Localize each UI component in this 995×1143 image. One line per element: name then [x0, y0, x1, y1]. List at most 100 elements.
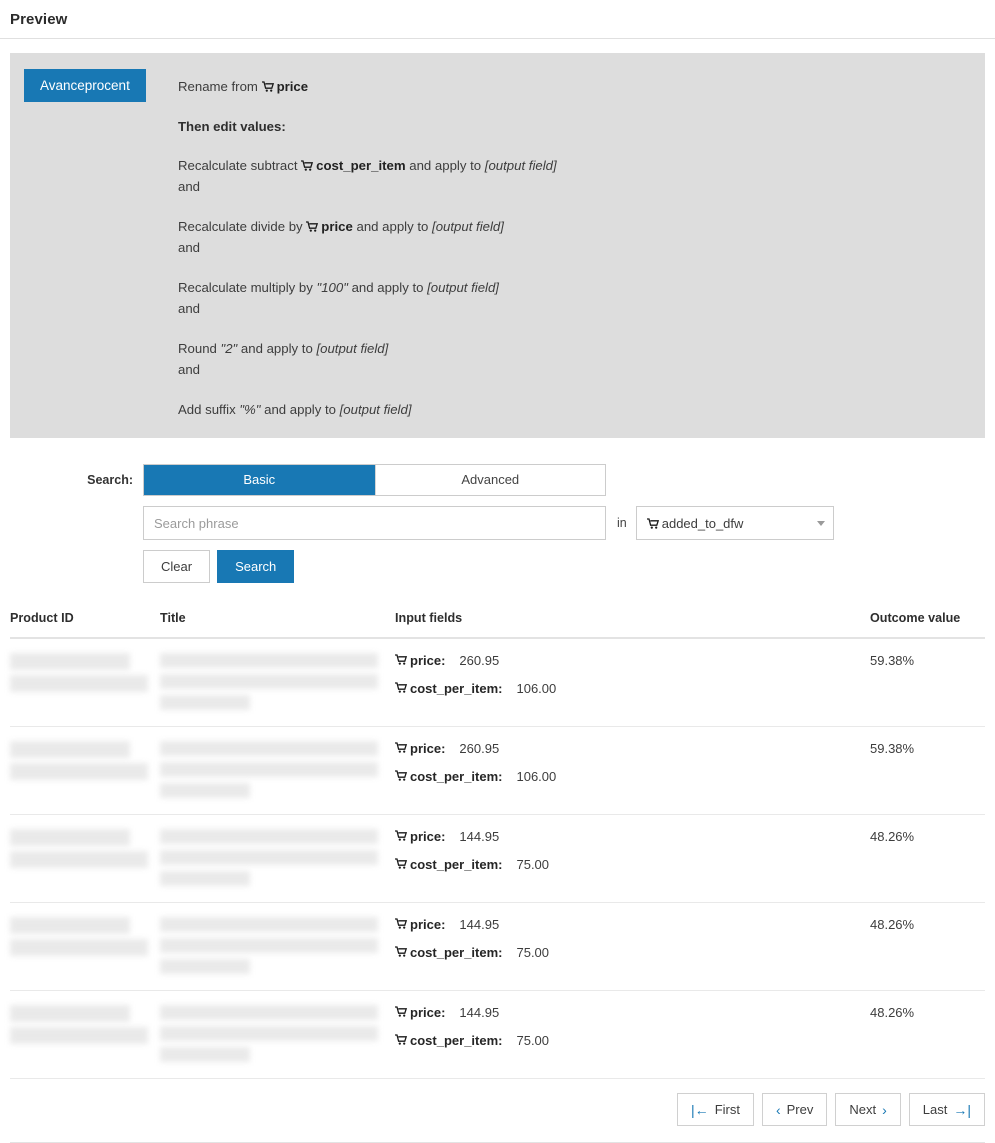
- pagination-prev-button[interactable]: ‹ Prev: [761, 1093, 828, 1126]
- input-field-value: 75.00: [516, 857, 550, 872]
- table-row[interactable]: price: 144.95 cost_per_item: 75.00 48.26…: [10, 990, 985, 1079]
- input-field-value: 75.00: [516, 945, 550, 960]
- tab-basic[interactable]: Basic: [144, 465, 375, 495]
- search-tabs-row: Search: Basic Advanced: [10, 464, 995, 496]
- cart-icon: [646, 517, 660, 529]
- redacted-block: [160, 1026, 378, 1041]
- table-row[interactable]: price: 260.95 cost_per_item: 106.00 59.3…: [10, 726, 985, 815]
- cart-icon: [301, 160, 314, 171]
- clear-button[interactable]: Clear: [143, 550, 211, 583]
- cell-outcome-value: 48.26%: [870, 990, 985, 1079]
- cell-outcome-value: 59.38%: [870, 726, 985, 815]
- redacted-block: [10, 829, 130, 846]
- input-field-value: 75.00: [516, 1033, 550, 1048]
- redacted-block: [10, 675, 148, 692]
- redacted-block: [10, 939, 148, 956]
- step-output-field: [output field]: [432, 219, 504, 234]
- step-field: price: [321, 219, 353, 234]
- search-field-dropdown[interactable]: added_to_dfw: [635, 506, 834, 540]
- cell-outcome-value: 48.26%: [870, 814, 985, 903]
- step-output-field: [output field]: [339, 402, 412, 417]
- cell-title: [160, 902, 395, 991]
- pagination-next-button[interactable]: Next ›: [835, 1093, 901, 1126]
- input-field-name: cost_per_item:: [410, 857, 503, 872]
- pagination-last-label: Last: [922, 1102, 948, 1117]
- step-suffix: and apply to: [351, 280, 424, 295]
- redacted-block: [160, 850, 378, 865]
- cell-input-fields: price: 144.95 cost_per_item: 75.00: [395, 990, 870, 1079]
- rule-summary-panel: Avanceprocent Rename from price Then edi…: [10, 53, 985, 438]
- input-field-name: cost_per_item:: [410, 681, 503, 696]
- rule-name-badge[interactable]: Avanceprocent: [24, 69, 146, 102]
- cell-product-id: [10, 814, 160, 903]
- last-page-icon: →|: [953, 1101, 971, 1118]
- rule-step: Recalculate subtract cost_per_item and a…: [178, 156, 985, 197]
- step-field: "2": [220, 341, 238, 356]
- cart-icon: [395, 830, 408, 841]
- pagination-first-button[interactable]: |← First: [677, 1093, 754, 1126]
- redacted-block: [10, 917, 130, 934]
- cell-product-id: [10, 638, 160, 727]
- cell-input-fields: price: 144.95 cost_per_item: 75.00: [395, 814, 870, 903]
- step-output-field: [output field]: [484, 158, 557, 173]
- table-header-row: Product ID Title Input fields Outcome va…: [10, 611, 985, 639]
- input-field-value: 106.00: [516, 681, 557, 696]
- cart-icon: [395, 682, 408, 693]
- cell-title: [160, 814, 395, 903]
- input-field-row: price: 260.95: [395, 741, 870, 756]
- table-head: Product ID Title Input fields Outcome va…: [10, 611, 985, 639]
- input-field-value: 260.95: [459, 653, 500, 668]
- search-input[interactable]: [143, 506, 606, 540]
- input-field-name: cost_per_item:: [410, 769, 503, 784]
- page-title: Preview: [10, 10, 68, 28]
- search-button[interactable]: Search: [217, 550, 295, 583]
- redacted-block: [160, 917, 378, 932]
- pagination-prev-label: Prev: [786, 1102, 814, 1117]
- table-row[interactable]: price: 260.95 cost_per_item: 106.00 59.3…: [10, 638, 985, 727]
- cell-title: [160, 726, 395, 815]
- table-row[interactable]: price: 144.95 cost_per_item: 75.00 48.26…: [10, 814, 985, 903]
- input-field-row: cost_per_item: 106.00: [395, 769, 870, 784]
- column-header-product-id: Product ID: [10, 611, 160, 639]
- input-field-row: cost_per_item: 75.00: [395, 1033, 870, 1048]
- redacted-block: [160, 938, 378, 953]
- table-body: price: 260.95 cost_per_item: 106.00 59.3…: [10, 638, 985, 1079]
- input-field-row: cost_per_item: 75.00: [395, 857, 870, 872]
- step-field: "%": [239, 402, 261, 417]
- pagination-controls: |← First ‹ Prev Next › Last →|: [10, 1093, 985, 1143]
- chevron-left-icon: ‹: [775, 1101, 781, 1118]
- results-table-container: Product ID Title Input fields Outcome va…: [0, 611, 995, 1079]
- cart-icon: [395, 918, 408, 929]
- redacted-block: [160, 829, 378, 844]
- pagination-first-label: First: [714, 1102, 740, 1117]
- input-field-name: price:: [410, 917, 446, 932]
- cart-icon: [395, 1034, 408, 1045]
- pagination-next-label: Next: [849, 1102, 877, 1117]
- rule-step: Recalculate divide by price and apply to…: [178, 217, 985, 258]
- search-input-row: in added_to_dfw: [10, 506, 995, 540]
- redacted-block: [160, 783, 250, 798]
- input-field-value: 144.95: [459, 917, 500, 932]
- chevron-down-icon: [816, 520, 825, 526]
- step-and-word: and: [178, 301, 201, 316]
- input-field-name: price:: [410, 653, 446, 668]
- input-field-row: price: 144.95: [395, 917, 870, 932]
- cell-title: [160, 990, 395, 1079]
- pagination-last-button[interactable]: Last →|: [908, 1093, 985, 1126]
- search-buttons-group: Clear Search: [143, 550, 295, 583]
- cell-input-fields: price: 144.95 cost_per_item: 75.00: [395, 902, 870, 991]
- search-field-value: added_to_dfw: [661, 515, 744, 531]
- rule-step: Recalculate multiply by "100" and apply …: [178, 278, 985, 319]
- input-field-row: price: 144.95: [395, 829, 870, 844]
- column-header-outcome-value: Outcome value: [870, 611, 985, 639]
- cart-icon: [261, 81, 275, 92]
- step-prefix: Recalculate subtract: [178, 158, 298, 173]
- step-and-word: and: [178, 240, 201, 255]
- cell-input-fields: price: 260.95 cost_per_item: 106.00: [395, 726, 870, 815]
- table-row[interactable]: price: 144.95 cost_per_item: 75.00 48.26…: [10, 902, 985, 991]
- edit-values-heading: Then edit values:: [178, 119, 286, 134]
- input-field-row: cost_per_item: 75.00: [395, 945, 870, 960]
- input-field-name: price:: [410, 741, 446, 756]
- tab-advanced[interactable]: Advanced: [374, 465, 605, 495]
- step-suffix: and apply to: [240, 341, 313, 356]
